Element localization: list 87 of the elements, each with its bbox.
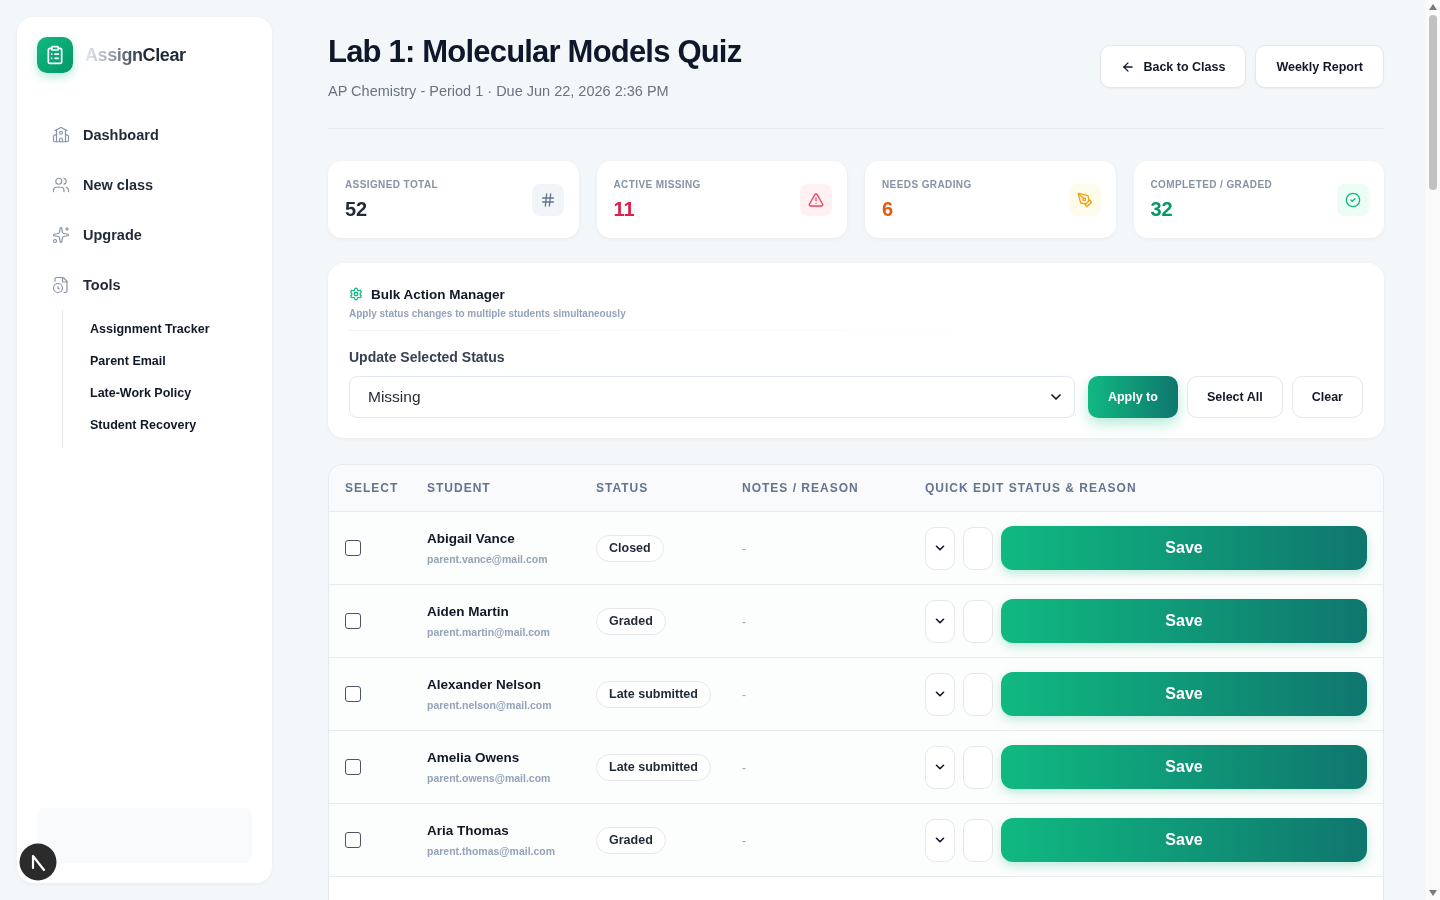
student-name: Abigail Vance	[427, 530, 516, 548]
nav-item[interactable]: Tools	[37, 260, 252, 310]
apply-button[interactable]: Apply to	[1087, 376, 1178, 418]
status-select[interactable]: Missing	[349, 376, 1075, 418]
row-checkbox[interactable]	[345, 613, 361, 629]
student-name: Amelia Owens	[427, 749, 521, 767]
users-icon	[52, 176, 70, 194]
scrollbar-thumb[interactable]	[1429, 15, 1437, 190]
student-email: parent.owens@mail.com	[427, 771, 552, 785]
status-label: Closed	[596, 534, 664, 562]
page-subtitle: AP Chemistry - Period 1 · Due Jun 22, 2026 2:36 PM	[328, 82, 670, 101]
stat-label: NEEDS GRADING	[882, 177, 972, 192]
stat-value: 6	[882, 196, 895, 222]
status-label: Graded	[596, 607, 666, 635]
sparkles-icon	[52, 226, 70, 244]
status-select[interactable]	[925, 526, 955, 570]
notes-text: -	[742, 688, 746, 702]
card-title: Bulk Action Manager	[371, 286, 505, 302]
action-button[interactable]: Select All	[1186, 376, 1283, 418]
student-name: Aiden Martin	[427, 603, 510, 621]
row-checkbox[interactable]	[345, 540, 361, 556]
nav-item[interactable]: Upgrade	[37, 210, 252, 260]
notes-text: -	[742, 834, 746, 848]
school-icon	[52, 126, 70, 144]
warning-icon	[800, 183, 832, 216]
scrollbar[interactable]	[1426, 0, 1440, 900]
save-button[interactable]: Save	[1001, 745, 1367, 789]
row-checkbox[interactable]	[345, 686, 361, 702]
column-header: SELECT	[344, 481, 400, 495]
gear-icon	[349, 287, 363, 301]
row-checkbox[interactable]	[345, 759, 361, 775]
student-name: Alexander Nelson	[427, 676, 543, 694]
student-email: parent.martin@mail.com	[427, 625, 551, 639]
stat-value: 32	[1150, 196, 1174, 222]
stat-value: 52	[345, 196, 369, 222]
status-label: Late submitted	[596, 680, 711, 708]
notes-text: -	[742, 542, 746, 556]
reason-input[interactable]	[963, 818, 993, 862]
reason-input[interactable]	[963, 745, 993, 789]
column-header: STUDENT	[427, 481, 492, 495]
submenu-item[interactable]: Parent Email	[90, 345, 252, 377]
report-button[interactable]: Weekly Report	[1255, 45, 1384, 88]
pen-icon	[1068, 183, 1101, 216]
status-select[interactable]	[925, 599, 955, 643]
file-clock-icon	[52, 276, 70, 294]
arrow-left-icon	[1121, 59, 1136, 74]
clipboard-icon	[37, 37, 73, 73]
submenu-item[interactable]: Assignment Tracker	[90, 313, 252, 345]
nav-item[interactable]: New class	[37, 160, 252, 210]
round-logo-icon[interactable]	[19, 843, 57, 881]
student-email: parent.thomas@mail.com	[427, 844, 557, 858]
stat-value: 11	[613, 196, 636, 222]
status-label: Late submitted	[596, 753, 711, 781]
reason-input[interactable]	[963, 599, 993, 643]
field-label: Update Selected Status	[349, 348, 506, 367]
hash-icon	[531, 183, 564, 216]
save-button[interactable]: Save	[1001, 526, 1367, 570]
column-header: STATUS	[596, 481, 650, 495]
save-button[interactable]: Save	[1001, 599, 1367, 643]
stat-label: ACTIVE MISSING	[613, 177, 701, 192]
card-subtitle: Apply status changes to multiple students simultaneously	[349, 307, 627, 321]
status-select[interactable]	[925, 672, 955, 716]
scroll-down-icon[interactable]	[1429, 890, 1437, 896]
stat-label: COMPLETED / GRADED	[1150, 177, 1273, 192]
row-checkbox[interactable]	[345, 832, 361, 848]
column-header: QUICK EDIT STATUS & REASON	[925, 481, 1138, 495]
submenu-item[interactable]: Late-Work Policy	[90, 377, 252, 409]
notes-text: -	[742, 761, 746, 775]
reason-input[interactable]	[963, 672, 993, 716]
status-label: Graded	[596, 826, 666, 854]
reason-input[interactable]	[963, 526, 993, 570]
save-button[interactable]: Save	[1001, 818, 1367, 862]
column-header: NOTES / REASON	[742, 481, 860, 495]
student-email: parent.vance@mail.com	[427, 552, 549, 566]
status-select[interactable]	[925, 818, 955, 862]
notes-text: -	[742, 615, 746, 629]
save-button[interactable]: Save	[1001, 672, 1367, 716]
submenu-item[interactable]: Student Recovery	[90, 409, 252, 441]
scroll-up-icon[interactable]	[1429, 4, 1437, 10]
action-button[interactable]: Clear	[1291, 376, 1363, 418]
student-name: Aria Thomas	[427, 822, 510, 840]
nav-item[interactable]: Dashboard	[37, 110, 252, 160]
student-email: parent.nelson@mail.com	[427, 698, 553, 712]
back-button[interactable]: Back to Class	[1100, 45, 1247, 88]
stat-label: ASSIGNED TOTAL	[345, 177, 438, 192]
status-select[interactable]	[925, 745, 955, 789]
page-title: Lab 1: Molecular Models Quiz	[328, 33, 742, 71]
